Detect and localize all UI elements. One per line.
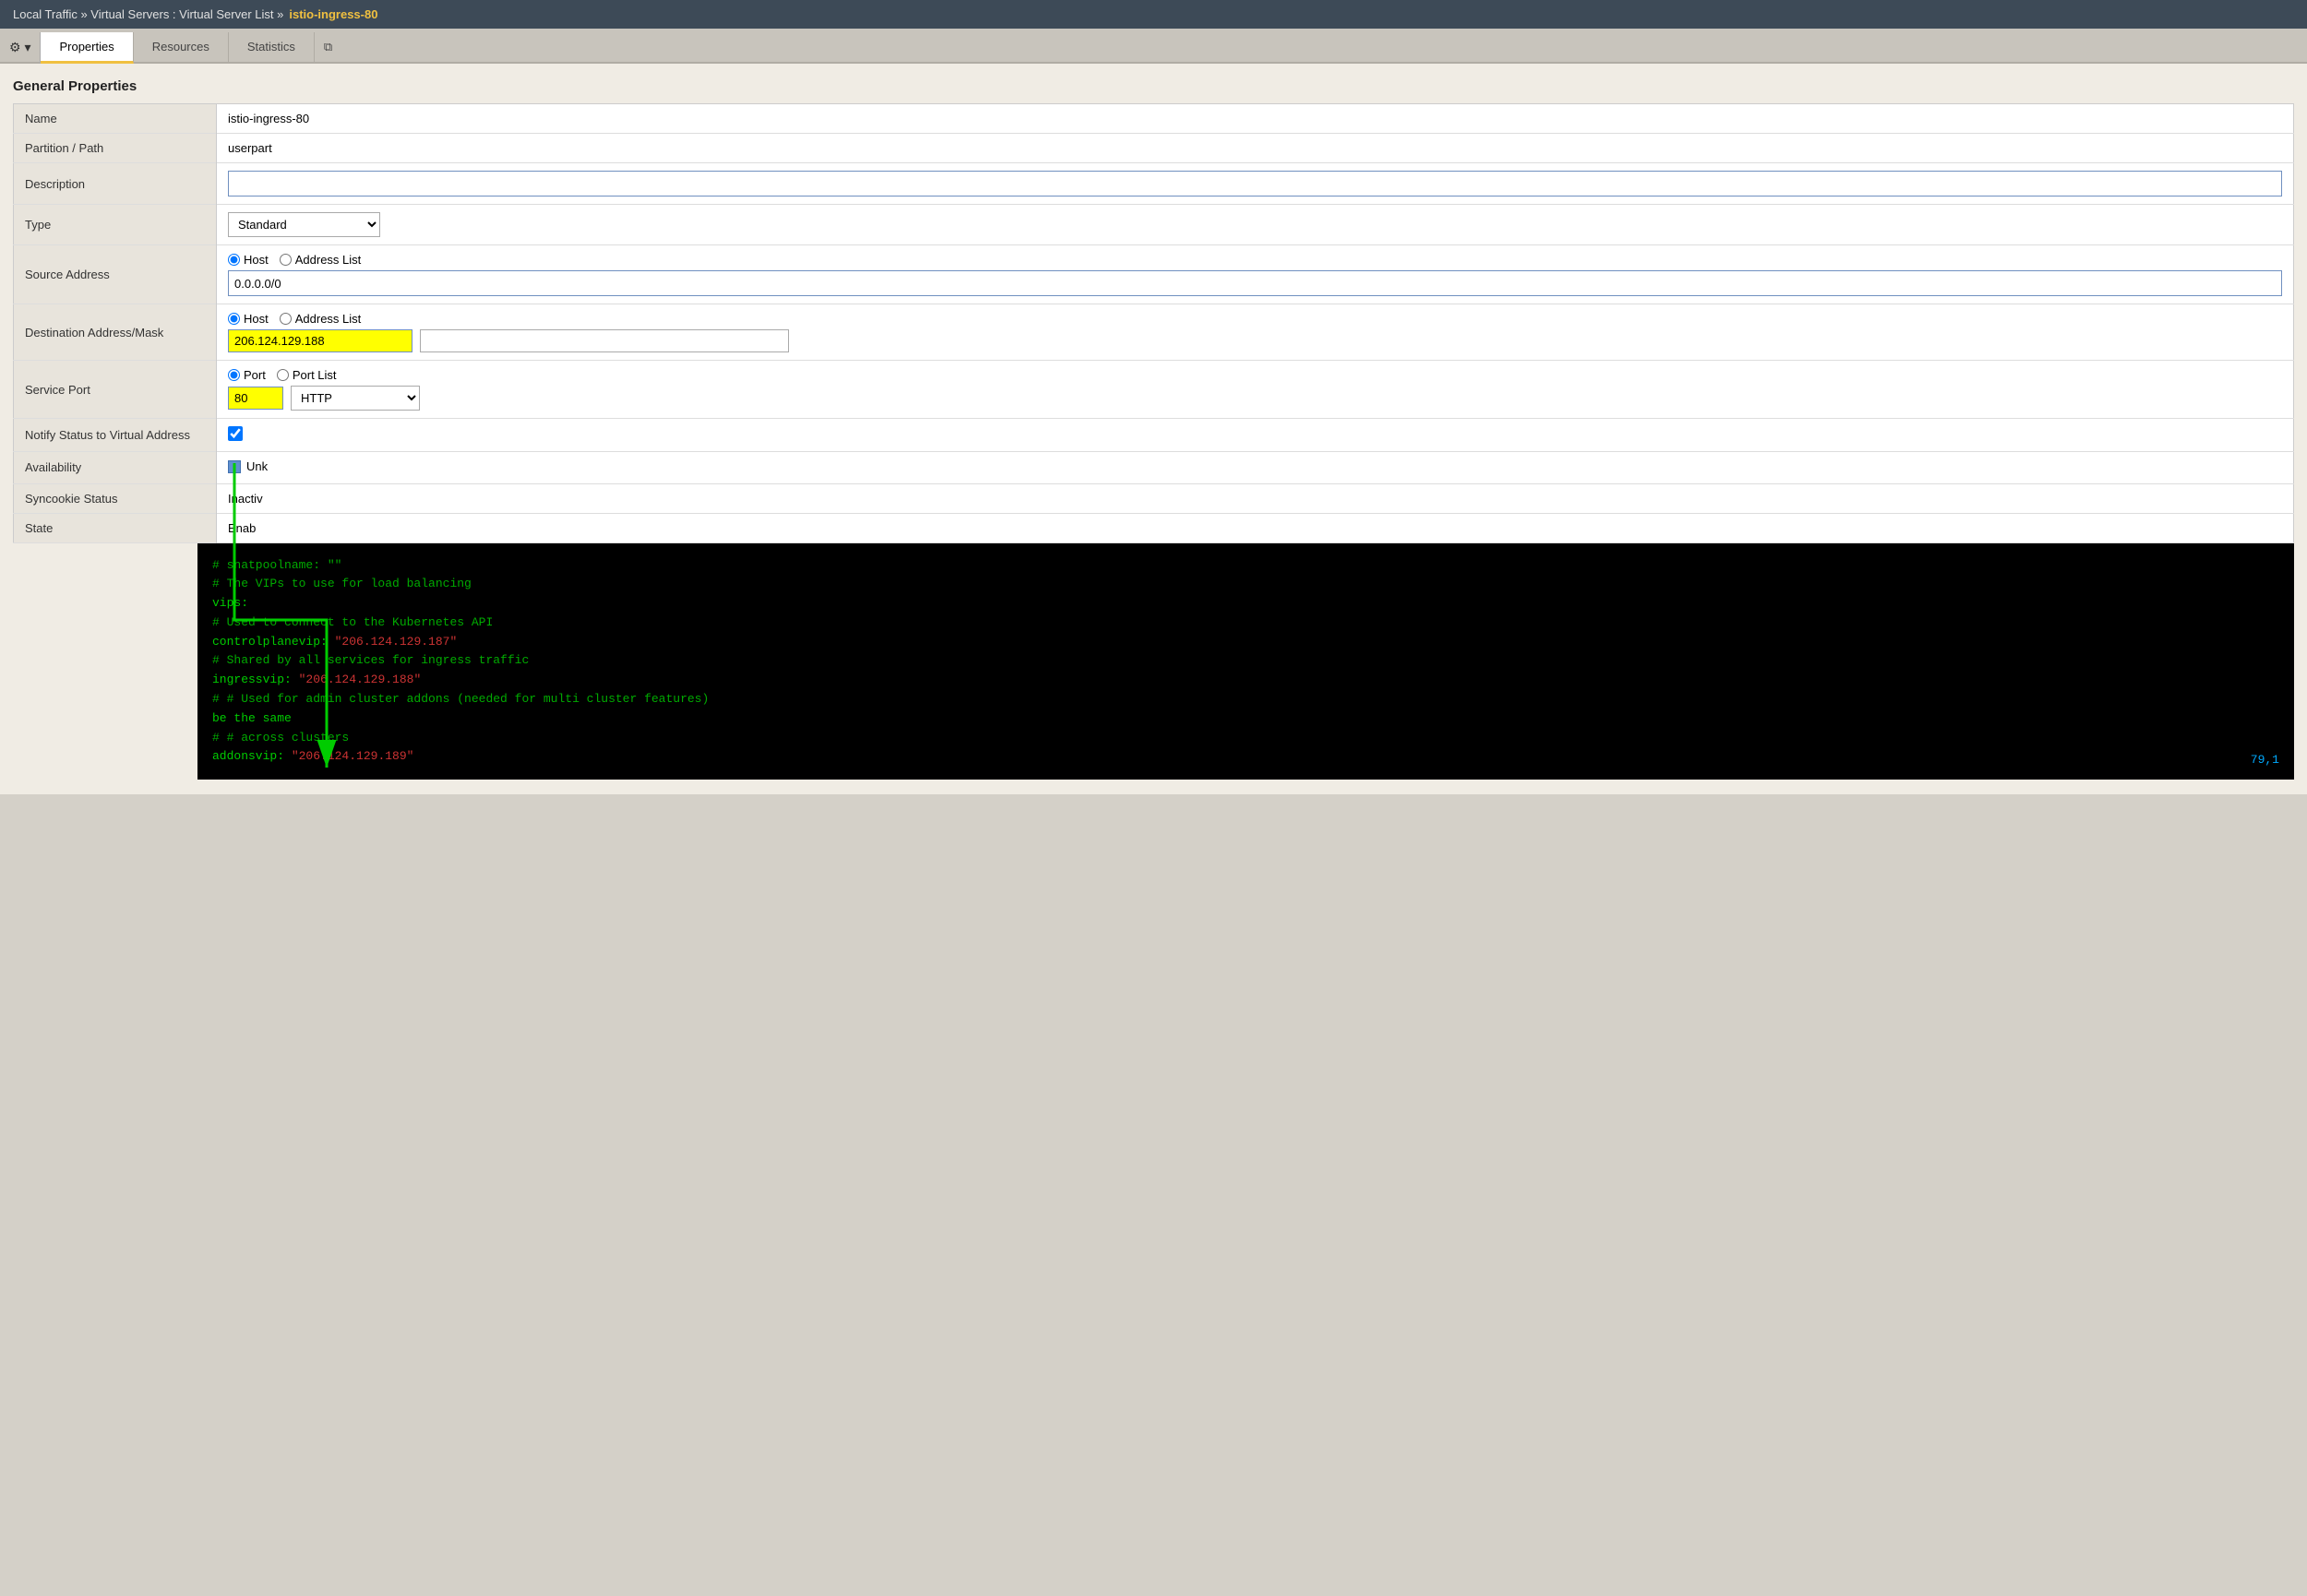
syncookie-value: Inactiv xyxy=(228,492,263,506)
row-availability: Availability Unk xyxy=(14,452,2294,484)
row-partition: Partition / Path userpart xyxy=(14,134,2294,163)
terminal-line-2: # The VIPs to use for load balancing xyxy=(212,575,2279,594)
terminal-overlay: # snatpoolname: "" # The VIPs to use for… xyxy=(197,543,2294,780)
row-source-address: Source Address Host Address List xyxy=(14,245,2294,304)
dest-addrlist-radio-label[interactable]: Address List xyxy=(280,312,362,326)
source-address-input[interactable] xyxy=(228,270,2282,296)
terminal-line-number: 79,1 xyxy=(2251,751,2279,770)
tab-statistics[interactable]: Statistics xyxy=(229,32,315,62)
source-radio-group: Host Address List xyxy=(228,253,2282,267)
label-partition: Partition / Path xyxy=(14,134,217,163)
row-type: Type Standard Forwarding (IP) Forwarding… xyxy=(14,205,2294,245)
port-radio-label[interactable]: Port xyxy=(228,368,266,382)
label-name: Name xyxy=(14,104,217,134)
tab-gear[interactable]: ⚙ ▾ xyxy=(0,32,41,62)
source-host-radio[interactable] xyxy=(228,254,240,266)
terminal-line-7: ingressvip: "206.124.129.188" xyxy=(212,671,2279,690)
port-radio-group: Port Port List xyxy=(228,368,2282,382)
label-state: State xyxy=(14,513,217,542)
row-state: State Enab xyxy=(14,513,2294,542)
row-notify-status: Notify Status to Virtual Address xyxy=(14,419,2294,452)
label-service-port: Service Port xyxy=(14,361,217,419)
terminal-line-4: # Used to connect to the Kubernetes API xyxy=(212,613,2279,633)
breadcrumb-text: Local Traffic » Virtual Servers : Virtua… xyxy=(13,7,283,21)
row-name: Name istio-ingress-80 xyxy=(14,104,2294,134)
label-source-address: Source Address xyxy=(14,245,217,304)
section-title: General Properties xyxy=(13,78,2294,94)
destination-address-input[interactable] xyxy=(228,329,412,352)
notify-status-checkbox[interactable] xyxy=(228,426,243,441)
availability-badge: Unk xyxy=(228,459,268,473)
terminal-line-10: # # across clusters xyxy=(212,729,2279,748)
availability-value: Unk xyxy=(246,459,268,473)
label-description: Description xyxy=(14,163,217,205)
row-destination: Destination Address/Mask Host Address Li… xyxy=(14,304,2294,361)
port-input[interactable] xyxy=(228,387,283,410)
row-syncookie: Syncookie Status Inactiv xyxy=(14,483,2294,513)
props-table: Name istio-ingress-80 Partition / Path u… xyxy=(13,103,2294,543)
terminal-line-5: controlplanevip: "206.124.129.187" xyxy=(212,633,2279,652)
port-row: HTTP HTTPS FTP SMTP Any xyxy=(228,386,2282,411)
terminal-line-9: be the same xyxy=(212,709,2279,729)
tab-external-icon[interactable]: ⧉ xyxy=(315,32,341,62)
label-syncookie: Syncookie Status xyxy=(14,483,217,513)
value-name: istio-ingress-80 xyxy=(228,112,309,125)
main-content: General Properties Name istio-ingress-80… xyxy=(0,64,2307,794)
description-input[interactable] xyxy=(228,171,2282,197)
active-breadcrumb: istio-ingress-80 xyxy=(289,7,377,21)
label-destination: Destination Address/Mask xyxy=(14,304,217,361)
value-partition: userpart xyxy=(228,141,272,155)
dest-host-radio-label[interactable]: Host xyxy=(228,312,269,326)
type-select[interactable]: Standard Forwarding (IP) Forwarding (Lay… xyxy=(228,212,380,237)
tab-bar: ⚙ ▾ Properties Resources Statistics ⧉ xyxy=(0,29,2307,64)
label-notify-status: Notify Status to Virtual Address xyxy=(14,419,217,452)
portlist-radio[interactable] xyxy=(277,369,289,381)
tab-properties[interactable]: Properties xyxy=(41,32,133,64)
row-description: Description xyxy=(14,163,2294,205)
terminal-line-6: # Shared by all services for ingress tra… xyxy=(212,651,2279,671)
external-link-icon: ⧉ xyxy=(324,40,332,54)
port-radio[interactable] xyxy=(228,369,240,381)
state-value: Enab xyxy=(228,521,256,535)
dest-addrlist-radio[interactable] xyxy=(280,313,292,325)
source-addrlist-radio[interactable] xyxy=(280,254,292,266)
terminal-line-1: # snatpoolname: "" xyxy=(212,556,2279,576)
terminal-line-8: # # Used for admin cluster addons (neede… xyxy=(212,690,2279,709)
content-wrapper: Name istio-ingress-80 Partition / Path u… xyxy=(13,103,2294,780)
terminal-line-11: addonsvip: "206.124.129.189" xyxy=(212,747,2279,767)
label-type: Type xyxy=(14,205,217,245)
header-bar: Local Traffic » Virtual Servers : Virtua… xyxy=(0,0,2307,29)
row-service-port: Service Port Port Port List HTTP xyxy=(14,361,2294,419)
dest-radio-group: Host Address List xyxy=(228,312,2282,326)
protocol-select[interactable]: HTTP HTTPS FTP SMTP Any xyxy=(291,386,420,411)
label-availability: Availability xyxy=(14,452,217,484)
portlist-radio-label[interactable]: Port List xyxy=(277,368,337,382)
source-addrlist-radio-label[interactable]: Address List xyxy=(280,253,362,267)
dest-host-radio[interactable] xyxy=(228,313,240,325)
source-host-radio-label[interactable]: Host xyxy=(228,253,269,267)
availability-indicator xyxy=(228,460,241,473)
terminal-line-3: vips: xyxy=(212,594,2279,613)
destination-mask-input[interactable] xyxy=(420,329,789,352)
tab-resources[interactable]: Resources xyxy=(134,32,229,62)
